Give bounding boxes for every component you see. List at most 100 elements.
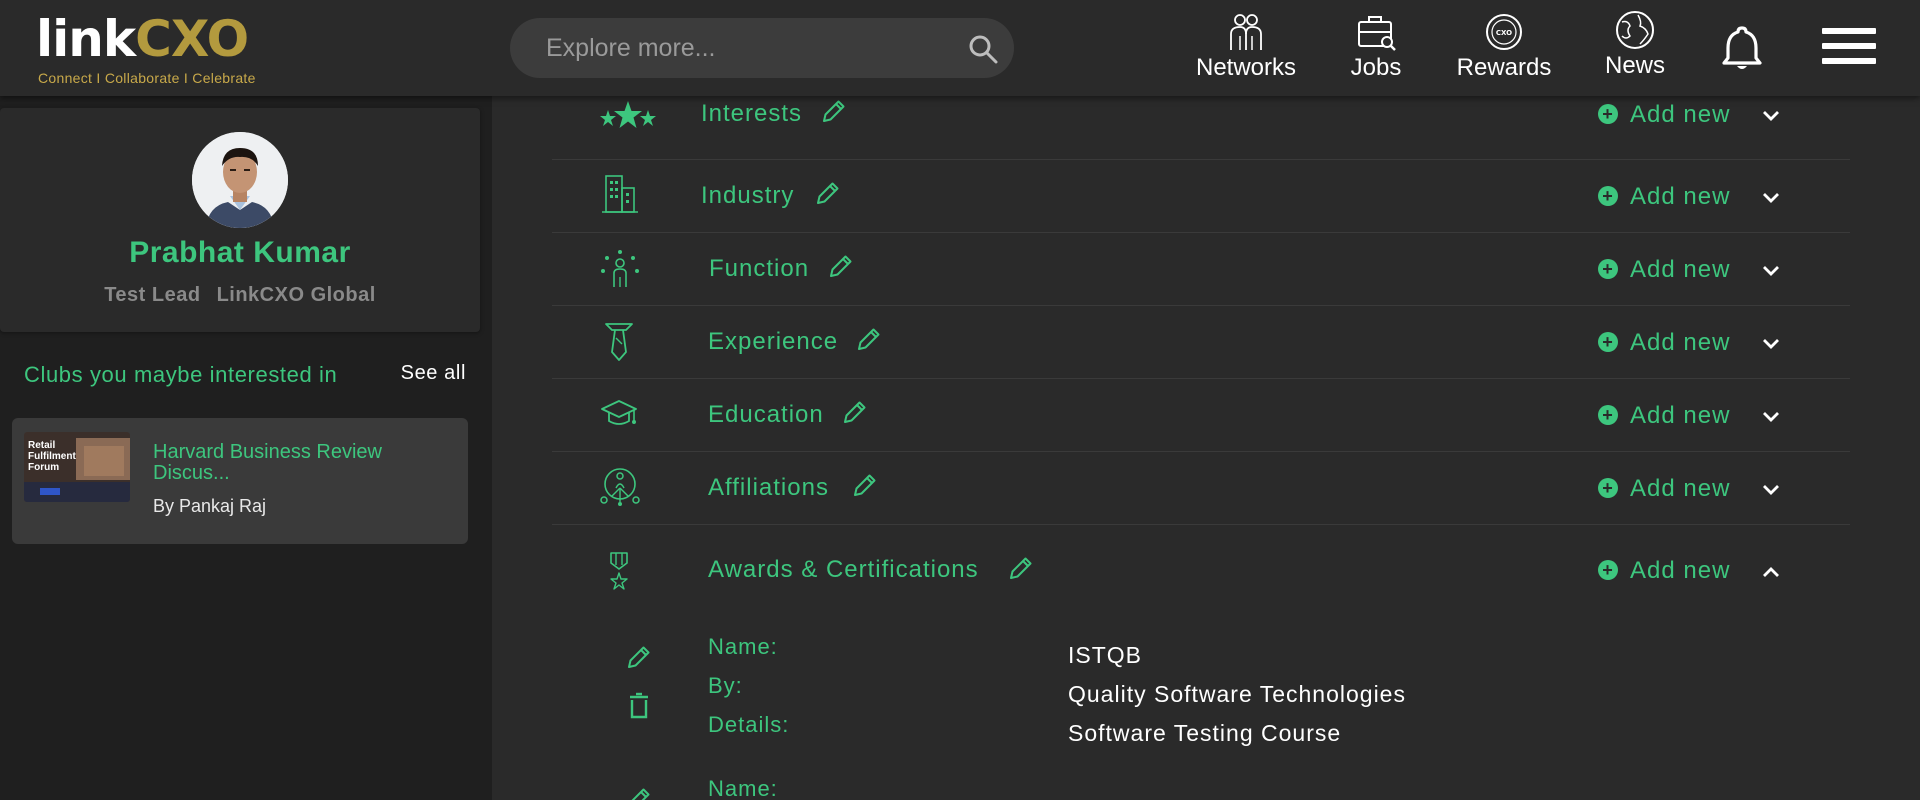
add-new-awards-button[interactable]: + Add new [1598,557,1730,587]
edit-award-entry-icon[interactable] [626,786,652,800]
nav-rewards[interactable]: CXO Rewards [1450,12,1558,84]
section-education: Education + Add new [552,379,1850,452]
chevron-down-icon[interactable] [1760,406,1782,428]
add-new-interests-button[interactable]: + Add new [1598,101,1730,131]
club-title[interactable]: Harvard Business Review Discus... [153,442,443,484]
bell-icon[interactable] [1722,24,1762,72]
logo-word-link: link [36,10,136,68]
club-card[interactable]: Retail Fulfilment Forum Harvard Business… [12,418,468,544]
award-by-value: Quality Software Technologies [1068,681,1406,707]
add-new-label: Add new [1630,402,1731,429]
award-by-label: By: [708,673,743,698]
nav-networks[interactable]: Networks [1188,12,1304,84]
top-header: linkCXO Connect I Collaborate I Celebrat… [0,0,1920,96]
award-entry: Name: By: Details: ISTQB Quality Softwar… [552,634,1850,758]
section-industry: Industry + Add new [552,160,1850,233]
section-interests: Interests + Add new [552,96,1850,160]
add-new-label: Add new [1630,475,1731,502]
section-experience: Experience + Add new [552,306,1850,379]
edit-education-icon[interactable] [842,399,868,425]
linkcxo-logo[interactable]: linkCXO Connect I Collaborate I Celebrat… [36,12,286,90]
plus-circle-icon: + [1598,186,1618,206]
edit-interests-icon[interactable] [821,98,847,124]
chevron-down-icon[interactable] [1760,105,1782,127]
section-industry-label: Industry [701,182,795,209]
profile-name[interactable]: Prabhat Kumar [0,236,480,270]
plus-circle-icon: + [1598,332,1618,352]
edit-experience-icon[interactable] [856,326,882,352]
add-new-label: Add new [1630,557,1731,584]
chevron-down-icon[interactable] [1760,333,1782,355]
rewards-icon: CXO [1486,14,1522,50]
plus-circle-icon: + [1598,104,1618,124]
nav-networks-label: Networks [1195,54,1297,81]
chevron-down-icon[interactable] [1760,260,1782,282]
award-name-label: Name: [708,776,778,800]
plus-circle-icon: + [1598,560,1618,580]
networks-icon [1230,14,1262,50]
stars-icon [600,101,656,128]
svg-text:Forum: Forum [28,462,59,473]
award-name-value: ISTQB [1068,642,1143,668]
nav-jobs[interactable]: Jobs [1340,12,1412,84]
nav-news-label: News [1604,52,1665,79]
award-name-label: Name: [708,634,778,659]
chevron-up-icon[interactable] [1760,561,1782,583]
section-affiliations-label: Affiliations [708,474,829,501]
tie-icon [605,323,633,361]
svg-text:Fulfilment: Fulfilment [28,451,76,462]
affiliation-network-icon [600,468,640,506]
add-new-experience-button[interactable]: + Add new [1598,329,1730,359]
chevron-down-icon[interactable] [1760,187,1782,209]
jobs-icon [1358,16,1396,51]
delete-award-entry-icon[interactable] [628,692,650,720]
edit-function-icon[interactable] [828,253,854,279]
chevron-down-icon[interactable] [1760,479,1782,501]
nav-jobs-label: Jobs [1350,54,1402,81]
logo-tagline: Connect I Collaborate I Celebrate [38,70,256,86]
svg-text:Retail: Retail [28,440,55,451]
award-entry: Name: [552,776,1850,800]
award-entry-values: ISTQB Quality Software Technologies Soft… [1068,642,1406,759]
section-experience-label: Experience [708,328,839,355]
hamburger-menu-icon[interactable] [1822,28,1878,68]
plus-circle-icon: + [1598,259,1618,279]
nav-news[interactable]: News [1600,10,1670,82]
nav-rewards-label: Rewards [1456,54,1552,81]
profile-card: Prabhat Kumar Test Lead LinkCXO Global [0,108,480,332]
avatar[interactable] [192,132,288,228]
section-education-label: Education [708,401,824,428]
add-new-label: Add new [1630,101,1731,128]
edit-affiliations-icon[interactable] [852,472,878,498]
edit-industry-icon[interactable] [815,180,841,206]
svg-text:CXO: CXO [1496,29,1512,37]
plus-circle-icon: + [1598,405,1618,425]
section-function: Function + Add new [552,233,1850,306]
edit-awards-icon[interactable] [1008,555,1034,581]
club-thumbnail: Retail Fulfilment Forum [24,432,130,502]
profile-company: LinkCXO Global [216,284,376,306]
club-author: By Pankaj Raj [153,496,267,516]
award-entry-labels: Name: By: Details: [708,634,789,751]
logo-word-cxo: CXO [135,10,249,68]
add-new-industry-button[interactable]: + Add new [1598,183,1730,213]
clubs-heading: Clubs you maybe interested in [24,362,338,387]
club-thumbnail-image: Retail Fulfilment Forum [24,432,130,502]
add-new-label: Add new [1630,256,1731,283]
profile-role: Test Lead [104,284,201,306]
graduation-cap-icon [601,400,637,425]
globe-icon [1616,11,1654,49]
profile-sections-panel: Interests + Add new Industry + Add new F… [492,96,1920,800]
medal-icon [610,552,628,590]
search-input[interactable] [510,18,940,78]
section-interests-label: Interests [701,100,803,127]
add-new-education-button[interactable]: + Add new [1598,402,1730,432]
see-all-link[interactable]: See all [401,362,466,385]
section-awards-label: Awards & Certifications [708,556,979,583]
section-function-label: Function [709,255,810,282]
add-new-function-button[interactable]: + Add new [1598,256,1730,286]
search-icon[interactable] [968,34,998,64]
search-bar [510,18,1014,78]
add-new-affiliations-button[interactable]: + Add new [1598,475,1730,505]
edit-award-entry-icon[interactable] [626,644,652,670]
